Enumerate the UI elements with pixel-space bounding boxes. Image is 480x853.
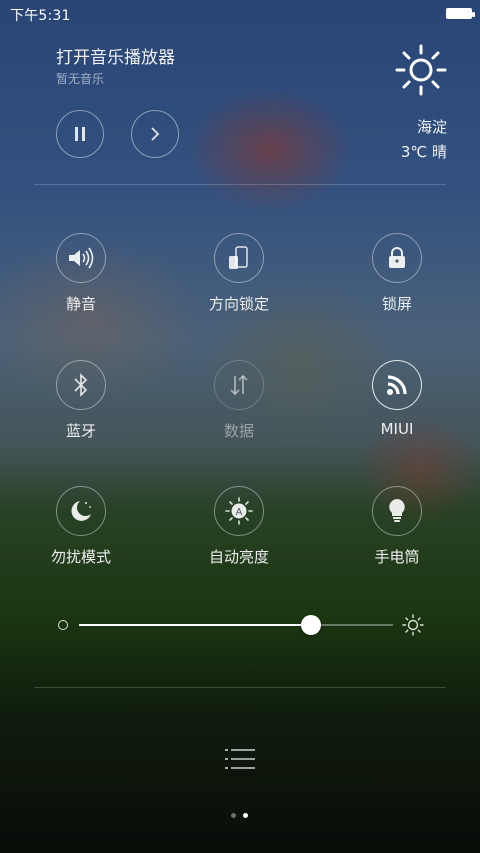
toggle-bluetooth[interactable]: 蓝牙 bbox=[21, 360, 141, 441]
page-indicator bbox=[231, 813, 251, 819]
toggle-mobile-data[interactable]: 数据 bbox=[179, 360, 299, 441]
toggle-lock-screen[interactable]: 锁屏 bbox=[337, 233, 457, 314]
toggle-bluetooth-label: 蓝牙 bbox=[65, 422, 96, 440]
toggle-lock-screen-ring[interactable] bbox=[372, 233, 422, 283]
moon-icon bbox=[71, 501, 91, 521]
sun-icon bbox=[395, 44, 447, 96]
toggle-do-not-disturb[interactable]: 勿扰模式 bbox=[21, 486, 141, 567]
toggle-wifi[interactable]: MIUI bbox=[337, 360, 457, 438]
auto-brightness-icon: A bbox=[225, 497, 253, 525]
toggle-mute-ring[interactable] bbox=[56, 233, 106, 283]
toggle-do-not-disturb-ring[interactable] bbox=[56, 486, 106, 536]
pause-icon bbox=[75, 127, 85, 141]
divider-bottom bbox=[34, 687, 446, 688]
divider-top bbox=[34, 184, 446, 185]
toggle-mobile-data-ring[interactable] bbox=[214, 360, 264, 410]
svg-text:A: A bbox=[236, 507, 243, 518]
wifi-icon bbox=[387, 375, 407, 395]
toggle-flashlight-ring[interactable] bbox=[372, 486, 422, 536]
brightness-low-icon bbox=[58, 620, 68, 630]
brightness-slider[interactable] bbox=[56, 610, 426, 640]
toggle-auto-brightness-ring[interactable]: A bbox=[214, 486, 264, 536]
toggle-lock-screen-label: 锁屏 bbox=[381, 295, 412, 313]
speaker-icon bbox=[69, 247, 94, 269]
toggle-rotation-lock[interactable]: 方向锁定 bbox=[179, 233, 299, 314]
toggle-mobile-data-label: 数据 bbox=[223, 422, 254, 440]
toggle-flashlight-label: 手电筒 bbox=[374, 548, 420, 566]
music-player-subtitle: 暂无音乐 bbox=[56, 72, 105, 86]
next-button[interactable] bbox=[131, 110, 179, 158]
lock-icon bbox=[389, 247, 405, 268]
notification-list-icon[interactable] bbox=[224, 747, 256, 771]
brightness-fill bbox=[79, 624, 312, 626]
toggle-wifi-label: MIUI bbox=[380, 420, 414, 438]
toggle-wifi-ring[interactable] bbox=[372, 360, 422, 410]
toggle-flashlight[interactable]: 手电筒 bbox=[337, 486, 457, 567]
rotation-lock-icon bbox=[229, 246, 248, 269]
bluetooth-icon bbox=[74, 373, 88, 397]
toggle-auto-brightness-label: 自动亮度 bbox=[208, 548, 269, 566]
page-dot-1 bbox=[231, 813, 236, 818]
brightness-thumb[interactable] bbox=[301, 615, 322, 635]
pause-button[interactable] bbox=[56, 110, 104, 158]
status-time: 下午5:31 bbox=[10, 8, 71, 24]
toggle-rotation-lock-label: 方向锁定 bbox=[208, 295, 269, 313]
flashlight-icon bbox=[389, 499, 405, 522]
toggle-bluetooth-ring[interactable] bbox=[56, 360, 106, 410]
toggle-do-not-disturb-label: 勿扰模式 bbox=[50, 548, 111, 566]
brightness-high-icon bbox=[402, 614, 424, 636]
toggle-mute[interactable]: 静音 bbox=[21, 233, 141, 314]
weather-temperature: 3℃ 晴 bbox=[400, 143, 447, 161]
weather-city: 海淀 bbox=[416, 118, 447, 136]
toggle-mute-label: 静音 bbox=[65, 295, 96, 313]
toggle-auto-brightness[interactable]: A 自动亮度 bbox=[179, 486, 299, 567]
status-bar: 下午5:31 bbox=[0, 0, 480, 28]
mobile-data-icon bbox=[230, 374, 248, 396]
brightness-track[interactable] bbox=[79, 615, 393, 635]
toggle-rotation-lock-ring[interactable] bbox=[214, 233, 264, 283]
music-player-title[interactable]: 打开音乐播放器 bbox=[56, 43, 175, 68]
battery-icon bbox=[446, 8, 475, 19]
page-dot-2 bbox=[243, 813, 248, 818]
next-icon bbox=[151, 127, 160, 141]
